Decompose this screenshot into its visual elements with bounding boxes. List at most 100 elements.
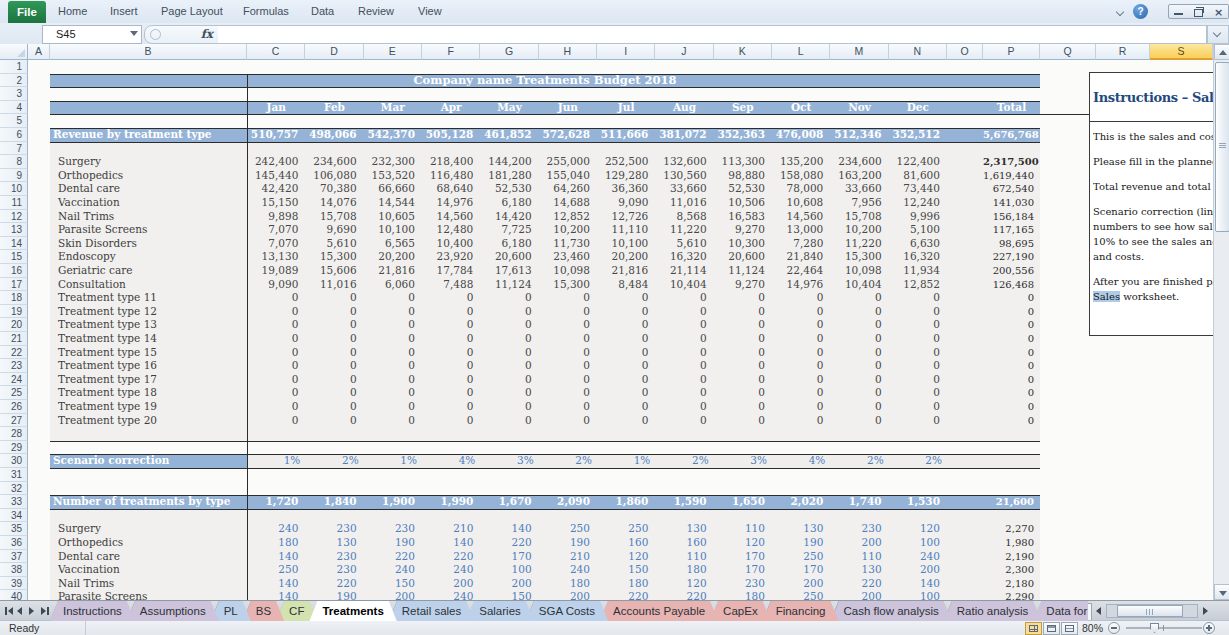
cell-N30[interactable]: 2% [889, 454, 947, 468]
ribbon-tab-page-layout[interactable]: Page Layout [161, 0, 223, 23]
cell-J6[interactable]: 381,072 [655, 128, 713, 142]
zoom-slider-thumb[interactable] [1150, 623, 1159, 633]
cell-H35[interactable]: 250 [539, 522, 597, 536]
cell-P39[interactable]: 2,180 [983, 577, 1040, 591]
cell-J40[interactable]: 220 [655, 590, 713, 600]
cell-C19[interactable]: 0 [247, 305, 305, 319]
cell-L23[interactable]: 0 [772, 359, 830, 373]
cell-L24[interactable]: 0 [772, 373, 830, 387]
cell-M18[interactable]: 0 [830, 291, 888, 305]
row-header-38[interactable]: 38 [0, 563, 28, 577]
zoom-in-button[interactable] [1203, 622, 1215, 634]
cell-B21[interactable]: Treatment type 14 [50, 332, 247, 346]
cell-J19[interactable]: 0 [655, 305, 713, 319]
cell-I6[interactable]: 511,666 [597, 128, 655, 142]
cell-N9[interactable]: 81,600 [889, 169, 947, 183]
cell-B20[interactable]: Treatment type 13 [50, 318, 247, 332]
cell-B9[interactable]: Orthopedics [50, 169, 247, 183]
cell-C25[interactable]: 0 [247, 386, 305, 400]
row-header-27[interactable]: 27 [0, 414, 28, 428]
column-header-S[interactable]: S [1150, 44, 1213, 60]
cell-P11[interactable]: 141,030 [983, 196, 1040, 210]
cell-F16[interactable]: 17,784 [422, 264, 480, 278]
cell-P8[interactable]: 2,317,500 [983, 155, 1040, 169]
cell-I18[interactable]: 0 [597, 291, 655, 305]
cell-D22[interactable]: 0 [305, 346, 363, 360]
cell-K30[interactable]: 3% [714, 454, 772, 468]
cell-M39[interactable]: 220 [830, 577, 888, 591]
cell-I21[interactable]: 0 [597, 332, 655, 346]
cell-L14[interactable]: 7,280 [772, 237, 830, 251]
cell-M26[interactable]: 0 [830, 400, 888, 414]
cell-F6[interactable]: 505,128 [422, 128, 480, 142]
cell-K16[interactable]: 11,124 [714, 264, 772, 278]
row-header-32[interactable]: 32 [0, 482, 28, 496]
cell-E19[interactable]: 0 [364, 305, 422, 319]
cell-E18[interactable]: 0 [364, 291, 422, 305]
cell-M19[interactable]: 0 [830, 305, 888, 319]
cell-D36[interactable]: 130 [305, 536, 363, 550]
page-layout-view-button[interactable] [1043, 622, 1060, 635]
cell-I15[interactable]: 20,200 [597, 250, 655, 264]
cell-N21[interactable]: 0 [889, 332, 947, 346]
cell-E39[interactable]: 150 [364, 577, 422, 591]
cell-B10[interactable]: Dental care [50, 182, 247, 196]
cell-G18[interactable]: 0 [480, 291, 538, 305]
cell-D8[interactable]: 234,600 [305, 155, 363, 169]
column-header-C[interactable]: C [247, 44, 305, 60]
cell-I36[interactable]: 160 [597, 536, 655, 550]
cell-E36[interactable]: 190 [364, 536, 422, 550]
cell-K17[interactable]: 9,270 [714, 278, 772, 292]
cell-P38[interactable]: 2,300 [983, 563, 1040, 577]
cell-M25[interactable]: 0 [830, 386, 888, 400]
cell-H10[interactable]: 64,260 [539, 182, 597, 196]
cell-I16[interactable]: 21,816 [597, 264, 655, 278]
cell-E4[interactable]: Mar [364, 101, 422, 115]
cell-B30[interactable]: Scenario correction [50, 454, 247, 468]
cell-H24[interactable]: 0 [539, 373, 597, 387]
row-header-15[interactable]: 15 [0, 250, 28, 264]
cell-I10[interactable]: 36,360 [597, 182, 655, 196]
cell-G23[interactable]: 0 [480, 359, 538, 373]
cell-M16[interactable]: 10,098 [830, 264, 888, 278]
cell-F40[interactable]: 240 [422, 590, 480, 600]
cell-D27[interactable]: 0 [305, 414, 363, 428]
cell-J37[interactable]: 110 [655, 550, 713, 564]
ribbon-tab-review[interactable]: Review [358, 0, 394, 23]
cell-K38[interactable]: 170 [714, 563, 772, 577]
cell-J14[interactable]: 5,610 [655, 237, 713, 251]
row-header-26[interactable]: 26 [0, 400, 28, 414]
cell-N22[interactable]: 0 [889, 346, 947, 360]
row-header-12[interactable]: 12 [0, 210, 28, 224]
cell-G9[interactable]: 181,280 [480, 169, 538, 183]
cell-L38[interactable]: 170 [772, 563, 830, 577]
cell-E23[interactable]: 0 [364, 359, 422, 373]
cell-F21[interactable]: 0 [422, 332, 480, 346]
cell-I4[interactable]: Jul [597, 101, 655, 115]
horizontal-scroll-thumb[interactable] [1117, 605, 1183, 617]
cell-B11[interactable]: Vaccination [50, 196, 247, 210]
cell-L19[interactable]: 0 [772, 305, 830, 319]
cell-C9[interactable]: 145,440 [247, 169, 305, 183]
cell-N13[interactable]: 5,100 [889, 223, 947, 237]
cell-B6[interactable]: Revenue by treatment type [50, 128, 247, 142]
cell-I33[interactable]: 1,860 [597, 495, 655, 509]
cell-F12[interactable]: 14,560 [422, 210, 480, 224]
cell-G13[interactable]: 7,725 [480, 223, 538, 237]
cell-J9[interactable]: 130,560 [655, 169, 713, 183]
cell-F39[interactable]: 200 [422, 577, 480, 591]
cell-F22[interactable]: 0 [422, 346, 480, 360]
cell-I37[interactable]: 120 [597, 550, 655, 564]
cell-D39[interactable]: 220 [305, 577, 363, 591]
cell-I26[interactable]: 0 [597, 400, 655, 414]
cell-L30[interactable]: 4% [772, 454, 830, 468]
cell-H6[interactable]: 572,628 [539, 128, 597, 142]
first-sheet-button[interactable] [5, 607, 13, 615]
sheet-tab-cash-flow-analysis[interactable]: Cash flow analysis [831, 601, 952, 621]
cell-K36[interactable]: 120 [714, 536, 772, 550]
cell-H11[interactable]: 14,688 [539, 196, 597, 210]
cell-L11[interactable]: 10,608 [772, 196, 830, 210]
cell-M40[interactable]: 200 [830, 590, 888, 600]
cell-E8[interactable]: 232,300 [364, 155, 422, 169]
name-box[interactable]: S45 [42, 25, 142, 44]
